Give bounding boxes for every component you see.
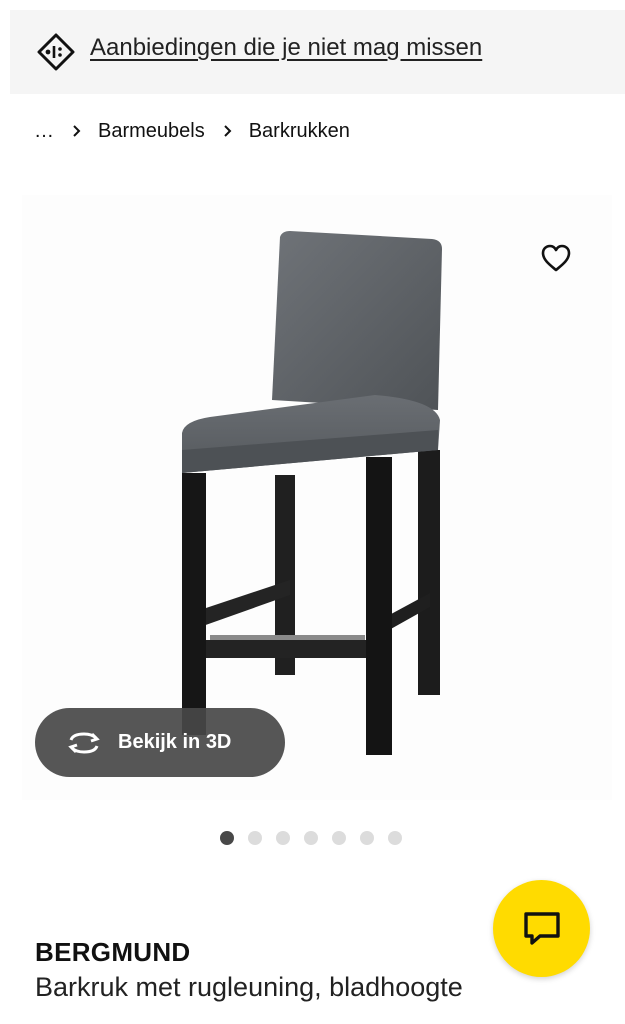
chat-icon (523, 911, 560, 945)
carousel-dot[interactable] (388, 831, 402, 845)
promo-link[interactable]: Aanbiedingen die je niet mag missen (90, 34, 482, 62)
favourite-button[interactable] (533, 235, 579, 281)
heart-icon (541, 244, 571, 272)
carousel-dot[interactable] (360, 831, 374, 845)
carousel-indicators (220, 831, 402, 845)
carousel-dot[interactable] (248, 831, 262, 845)
product-name: BERGMUND (35, 937, 191, 967)
carousel-dot[interactable] (276, 831, 290, 845)
carousel-dot[interactable] (220, 831, 234, 845)
breadcrumb: … Barmeubels Barkrukken (34, 116, 350, 146)
breadcrumb-barmeubels[interactable]: Barmeubels (98, 120, 205, 143)
breadcrumb-ellipsis[interactable]: … (34, 120, 54, 143)
product-description: Barkruk met rugleuning, bladhoogte (35, 972, 463, 1002)
chevron-right-icon (73, 125, 81, 137)
tag-percent-icon (37, 33, 75, 71)
chat-button[interactable] (493, 880, 590, 977)
product-image-bar-stool[interactable] (170, 225, 455, 765)
view-in-3d-label: Bekijk in 3D (118, 731, 232, 753)
carousel-dot[interactable] (332, 831, 346, 845)
carousel-dot[interactable] (304, 831, 318, 845)
breadcrumb-barkrukken[interactable]: Barkrukken (249, 120, 350, 143)
chevron-right-icon (224, 125, 232, 137)
rotate-3d-icon (68, 731, 100, 754)
promo-banner: Aanbiedingen die je niet mag missen (10, 10, 625, 94)
view-in-3d-button[interactable]: Bekijk in 3D (35, 708, 285, 777)
